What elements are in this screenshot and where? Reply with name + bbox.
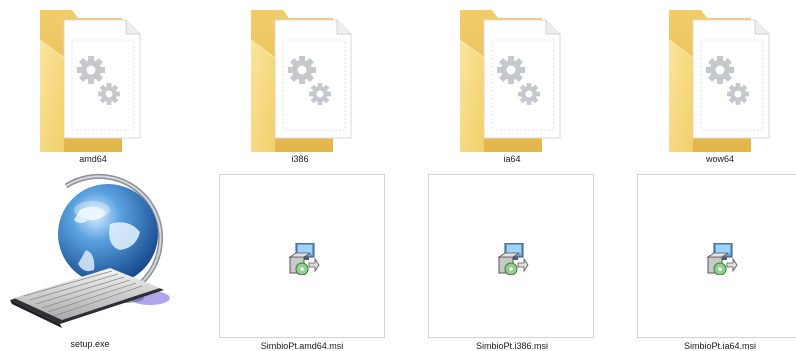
thumbnail-frame bbox=[219, 174, 385, 338]
file-simbiopt-i386-msi[interactable]: SimbioPt.i386.msi bbox=[400, 172, 600, 351]
msi-installer-icon bbox=[497, 242, 529, 280]
globe-keyboard-icon bbox=[0, 172, 185, 332]
file-name-label: setup.exe bbox=[70, 339, 110, 349]
settings-folder-icon bbox=[36, 10, 146, 156]
folder-ia64[interactable]: ia64 bbox=[400, 0, 600, 172]
file-name-label: wow64 bbox=[705, 154, 734, 164]
file-name-label: ia64 bbox=[503, 154, 521, 164]
file-simbiopt-ia64-msi[interactable]: SimbioPt.ia64.msi bbox=[596, 172, 796, 351]
folder-amd64[interactable]: amd64 bbox=[0, 0, 200, 172]
settings-folder-icon bbox=[247, 10, 357, 156]
settings-folder-icon bbox=[665, 10, 775, 156]
file-setup-exe[interactable]: setup.exe bbox=[0, 172, 200, 350]
msi-installer-icon bbox=[288, 242, 320, 280]
msi-installer-icon bbox=[706, 242, 738, 280]
folder-i386[interactable]: i386 bbox=[200, 0, 400, 172]
file-name-label: i386 bbox=[291, 154, 309, 164]
file-simbiopt-amd64-msi[interactable]: SimbioPt.amd64.msi bbox=[200, 172, 400, 351]
folder-wow64[interactable]: wow64 bbox=[596, 0, 796, 172]
thumbnail-frame bbox=[637, 174, 796, 338]
file-name-label: amd64 bbox=[79, 154, 107, 164]
settings-folder-icon bbox=[456, 10, 566, 156]
thumbnail-frame bbox=[428, 174, 594, 338]
